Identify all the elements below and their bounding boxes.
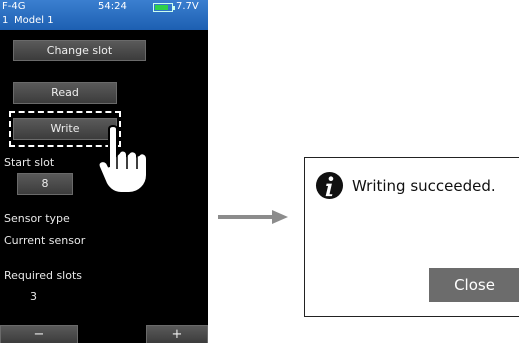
arrow-right-icon bbox=[218, 210, 288, 224]
result-dialog: Writing succeeded. Close bbox=[304, 157, 519, 317]
minus-label: − bbox=[33, 327, 45, 342]
change-slot-button[interactable]: Change slot bbox=[13, 40, 146, 61]
increment-button[interactable]: + bbox=[146, 325, 208, 343]
info-icon bbox=[315, 171, 344, 200]
required-slots-label: Required slots bbox=[4, 269, 83, 282]
status-row-top: F-4G 54:24 7.7V bbox=[0, 0, 208, 15]
model-prefix: F-4G bbox=[2, 1, 26, 12]
required-slots-value: 3 bbox=[30, 290, 37, 303]
read-label: Read bbox=[51, 86, 79, 99]
sensor-type-value: Current sensor bbox=[4, 234, 86, 247]
plus-label: + bbox=[171, 327, 183, 342]
dialog-message: Writing succeeded. bbox=[352, 177, 496, 195]
model-name: Model 1 bbox=[14, 15, 54, 26]
decrement-button[interactable]: − bbox=[0, 325, 78, 343]
pointing-hand-icon bbox=[97, 125, 148, 194]
transmitter-screen: F-4G 54:24 7.7V 1 Model 1 Change slot Re… bbox=[0, 0, 208, 343]
sensor-type-label: Sensor type bbox=[4, 212, 70, 225]
status-row-bottom: 1 Model 1 bbox=[0, 14, 208, 29]
start-slot-label: Start slot bbox=[4, 156, 55, 169]
battery-voltage: 7.7V bbox=[176, 1, 199, 12]
battery-tip bbox=[173, 6, 175, 10]
read-button[interactable]: Read bbox=[13, 82, 117, 104]
status-bar: F-4G 54:24 7.7V 1 Model 1 bbox=[0, 0, 208, 30]
battery-level bbox=[155, 5, 168, 10]
timer-display: 54:24 bbox=[98, 1, 127, 12]
close-button[interactable]: Close bbox=[429, 268, 519, 302]
change-slot-label: Change slot bbox=[46, 44, 113, 57]
start-slot-value[interactable]: 8 bbox=[17, 173, 73, 195]
battery-icon bbox=[153, 3, 173, 12]
model-number: 1 bbox=[2, 15, 9, 26]
